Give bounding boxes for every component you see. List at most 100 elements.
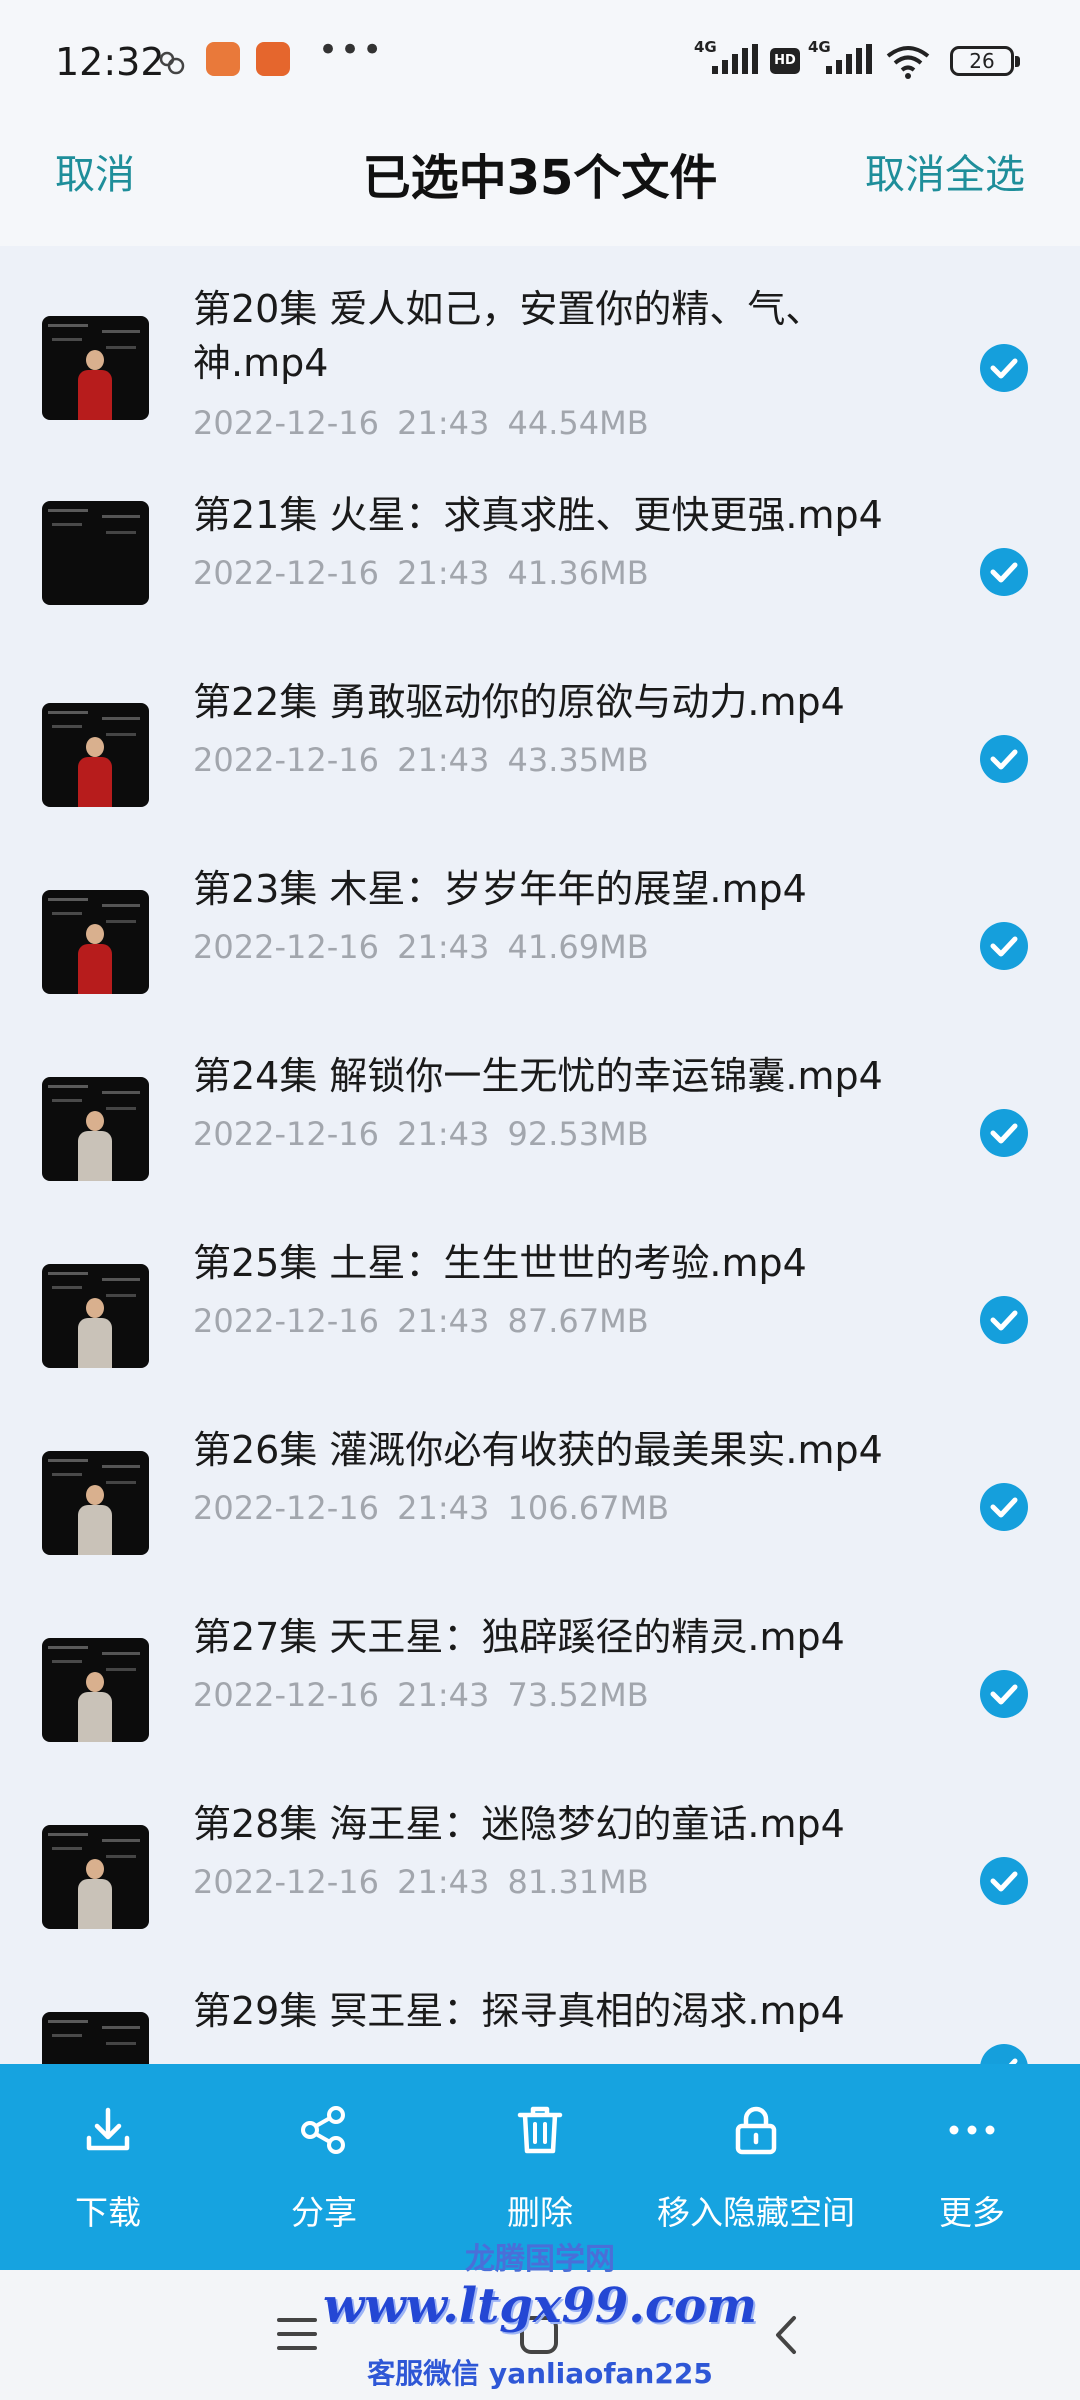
video-thumbnail <box>42 316 149 420</box>
file-time: 21:43 <box>397 404 490 442</box>
file-meta: 2022-12-16 21:43 92.53MB <box>193 1115 649 1153</box>
selected-check-icon[interactable] <box>980 1857 1028 1905</box>
video-thumbnail <box>42 890 149 994</box>
file-size: 43.35MB <box>507 741 649 779</box>
status-time: 12:32 <box>55 40 165 84</box>
video-thumbnail <box>42 1825 149 1929</box>
deselect-all-button[interactable]: 取消全选 <box>865 142 1025 200</box>
file-name: 第27集 天王星：独辟蹊径的精灵.mp4 <box>193 1615 845 1659</box>
file-time: 21:43 <box>397 1676 490 1714</box>
download-icon <box>86 2107 130 2151</box>
file-time: 21:43 <box>397 1302 490 1340</box>
video-thumbnail <box>42 1451 149 1555</box>
file-time: 21:43 <box>397 1489 490 1527</box>
file-size: 41.69MB <box>507 928 649 966</box>
video-thumbnail <box>42 2012 149 2064</box>
move-to-hidden-space-label: 移入隐藏空间 <box>657 2193 855 2232</box>
file-name: 第20集 爱人如己，安置你的精、气、神.mp4 <box>193 287 824 385</box>
file-time: 21:43 <box>397 928 490 966</box>
file-time: 21:43 <box>397 554 490 592</box>
file-name: 第25集 土星：生生世世的考验.mp4 <box>193 1241 807 1285</box>
list-item[interactable]: 第27集 天王星：独辟蹊径的精灵.mp4 2022-12-16 21:43 73… <box>0 1598 1080 1785</box>
list-item[interactable]: 第28集 海王星：迷隐梦幻的童话.mp4 2022-12-16 21:43 81… <box>0 1785 1080 1972</box>
file-date: 2022-12-16 <box>193 1676 379 1714</box>
file-meta: 2022-12-16 21:43 106.67MB <box>193 1489 669 1527</box>
more-label: 更多 <box>939 2193 1005 2232</box>
file-size: 41.36MB <box>507 554 649 592</box>
share-label: 分享 <box>291 2193 357 2232</box>
trash-icon <box>517 2106 563 2154</box>
delete-label: 删除 <box>507 2193 573 2232</box>
signal-icon-2 <box>826 44 872 74</box>
lock-icon <box>735 2106 777 2155</box>
file-name: 第23集 木星：岁岁年年的展望.mp4 <box>193 867 807 911</box>
file-list: 第20集 爱人如己，安置你的精、气、神.mp4 2022-12-16 21:43… <box>0 246 1080 2064</box>
file-meta: 2022-12-16 21:43 81.31MB <box>193 1863 649 1901</box>
weather-icon <box>159 51 185 75</box>
selected-check-icon[interactable] <box>980 344 1028 392</box>
file-meta: 2022-12-16 21:43 73.52MB <box>193 1676 649 1714</box>
file-date: 2022-12-16 <box>193 1115 379 1153</box>
selected-check-icon[interactable] <box>980 922 1028 970</box>
wifi-icon <box>886 46 930 79</box>
selected-check-icon[interactable] <box>980 1296 1028 1344</box>
file-meta: 2022-12-16 21:43 87.67MB <box>193 1302 649 1340</box>
file-name: 第26集 灌溉你必有收获的最美果实.mp4 <box>193 1428 883 1472</box>
file-size: 106.67MB <box>507 1489 670 1527</box>
download-label: 下载 <box>75 2193 141 2232</box>
file-meta: 2022-12-16 21:43 44.54MB <box>193 404 649 442</box>
file-date: 2022-12-16 <box>193 1302 379 1340</box>
file-meta: 2022-12-16 21:43 43.35MB <box>193 741 649 779</box>
list-item[interactable]: 第22集 勇敢驱动你的原欲与动力.mp4 2022-12-16 21:43 43… <box>0 663 1080 850</box>
list-item[interactable]: 第20集 爱人如己，安置你的精、气、神.mp4 2022-12-16 21:43… <box>0 246 1080 442</box>
video-thumbnail <box>42 1077 149 1181</box>
status-bar: 12:32 ••• 4G HD 4G 26 <box>0 0 1080 120</box>
list-item[interactable]: 第24集 解锁你一生无忧的幸运锦囊.mp4 2022-12-16 21:43 9… <box>0 1037 1080 1224</box>
file-name: 第24集 解锁你一生无忧的幸运锦囊.mp4 <box>193 1054 883 1098</box>
more-notifications-icon: ••• <box>318 30 385 70</box>
selected-check-icon[interactable] <box>980 1483 1028 1531</box>
watermark-site-name: 龙腾国学网 <box>465 2242 615 2277</box>
list-item[interactable]: 第23集 木星：岁岁年年的展望.mp4 2022-12-16 21:43 41.… <box>0 850 1080 1037</box>
file-name: 第22集 勇敢驱动你的原欲与动力.mp4 <box>193 680 845 724</box>
video-thumbnail <box>42 1638 149 1742</box>
selected-check-icon[interactable] <box>980 2044 1028 2064</box>
video-thumbnail <box>42 1264 149 1368</box>
watermark-url: www.ltgx99.com <box>323 2278 757 2334</box>
selection-header: 取消 已选中35个文件 取消全选 <box>0 120 1080 246</box>
hd-voice-icon: HD <box>770 48 800 74</box>
selected-check-icon[interactable] <box>980 1670 1028 1718</box>
file-name: 第21集 火星：求真求胜、更快更强.mp4 <box>193 493 883 537</box>
file-date: 2022-12-16 <box>193 928 379 966</box>
shopping-app-icon <box>206 42 240 76</box>
watermark-contact: 客服微信 yanliaofan225 <box>367 2357 713 2390</box>
file-size: 92.53MB <box>507 1115 649 1153</box>
file-date: 2022-12-16 <box>193 404 379 442</box>
file-date: 2022-12-16 <box>193 1863 379 1901</box>
share-icon <box>301 2106 345 2154</box>
file-size: 81.31MB <box>507 1863 649 1901</box>
file-time: 21:43 <box>397 1115 490 1153</box>
list-item[interactable]: 第21集 火星：求真求胜、更快更强.mp4 2022-12-16 21:43 4… <box>0 476 1080 663</box>
list-item[interactable]: 第25集 土星：生生世世的考验.mp4 2022-12-16 21:43 87.… <box>0 1224 1080 1411</box>
file-size: 87.67MB <box>507 1302 649 1340</box>
selected-check-icon[interactable] <box>980 1109 1028 1157</box>
more-dots-icon <box>949 2125 995 2135</box>
selected-check-icon[interactable] <box>980 548 1028 596</box>
file-date: 2022-12-16 <box>193 554 379 592</box>
selected-check-icon[interactable] <box>980 735 1028 783</box>
list-item[interactable]: 第29集 冥王星：探寻真相的渴求.mp4 <box>0 1972 1080 2064</box>
list-item[interactable]: 第26集 灌溉你必有收获的最美果实.mp4 2022-12-16 21:43 1… <box>0 1411 1080 1598</box>
file-meta: 2022-12-16 21:43 41.36MB <box>193 554 649 592</box>
file-name: 第28集 海王星：迷隐梦幻的童话.mp4 <box>193 1802 845 1846</box>
file-date: 2022-12-16 <box>193 741 379 779</box>
signal-icon-1 <box>712 44 758 74</box>
file-meta: 2022-12-16 21:43 41.69MB <box>193 928 649 966</box>
file-date: 2022-12-16 <box>193 1489 379 1527</box>
video-thumbnail <box>42 501 149 605</box>
file-size: 44.54MB <box>507 404 649 442</box>
file-time: 21:43 <box>397 1863 490 1901</box>
battery-icon: 26 <box>950 46 1020 76</box>
file-time: 21:43 <box>397 741 490 779</box>
video-thumbnail <box>42 703 149 807</box>
